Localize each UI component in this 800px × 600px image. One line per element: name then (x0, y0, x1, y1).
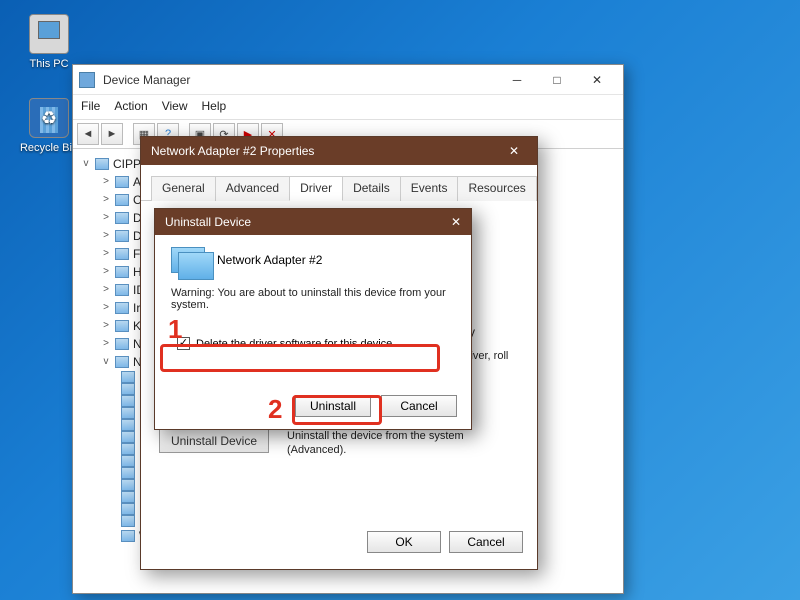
network-adapter-icon (121, 419, 135, 431)
device-header: Network Adapter #2 (171, 247, 455, 273)
network-adapter-icon (121, 515, 135, 527)
maximize-button[interactable]: □ (537, 66, 577, 94)
device-category-icon (115, 194, 129, 206)
device-category-icon (115, 338, 129, 350)
toolbar-back[interactable]: ◄ (77, 123, 99, 145)
tab-resources[interactable]: Resources (457, 176, 536, 201)
delete-driver-checkbox-row[interactable]: ✓ Delete the driver software for this de… (171, 333, 455, 354)
network-adapter-icon (121, 431, 135, 443)
device-category-icon (115, 284, 129, 296)
device-category-icon (115, 176, 129, 188)
toolbar-fwd[interactable]: ► (101, 123, 123, 145)
network-adapter-icon (121, 503, 135, 515)
uninstall-warning: Warning: You are about to uninstall this… (171, 287, 455, 311)
network-adapter-icon (121, 530, 135, 542)
pc-icon (29, 14, 69, 54)
device-category-icon (115, 302, 129, 314)
close-icon[interactable]: ✕ (451, 215, 461, 229)
ok-button[interactable]: OK (367, 531, 441, 553)
window-title: Device Manager (103, 73, 497, 87)
desktop-icon-this-pc[interactable]: This PC (14, 14, 84, 70)
properties-tabs: GeneralAdvancedDriverDetailsEventsResour… (141, 165, 537, 201)
device-category-icon (115, 266, 129, 278)
device-category-icon (115, 356, 129, 368)
menu-help[interactable]: Help (202, 99, 227, 113)
device-category-icon (115, 212, 129, 224)
titlebar[interactable]: Device Manager ─ □ ✕ (73, 65, 623, 95)
menu-action[interactable]: Action (114, 99, 147, 113)
minimize-button[interactable]: ─ (497, 66, 537, 94)
recycle-bin-icon (29, 98, 69, 138)
device-category-icon (115, 320, 129, 332)
tab-details[interactable]: Details (342, 176, 401, 201)
close-icon[interactable]: ✕ (501, 140, 527, 162)
properties-title: Network Adapter #2 Properties (151, 144, 501, 158)
network-adapter-icon (121, 455, 135, 467)
menu-view[interactable]: View (162, 99, 188, 113)
menu-file[interactable]: File (81, 99, 100, 113)
uninstall-device-button[interactable]: Uninstall Device (159, 429, 269, 453)
app-icon (79, 72, 95, 88)
menubar: File Action View Help (73, 95, 623, 120)
network-adapter-icon (121, 371, 135, 383)
properties-titlebar[interactable]: Network Adapter #2 Properties ✕ (141, 137, 537, 165)
uninstall-device-dialog: Uninstall Device ✕ Network Adapter #2 Wa… (154, 208, 472, 430)
device-category-icon (115, 248, 129, 260)
device-category-icon (115, 230, 129, 242)
tab-driver[interactable]: Driver (289, 176, 343, 201)
network-adapter-icon (121, 407, 135, 419)
close-button[interactable]: ✕ (577, 66, 617, 94)
uninstall-confirm-button[interactable]: Uninstall (295, 395, 371, 417)
uninstall-cancel-button[interactable]: Cancel (381, 395, 457, 417)
network-adapter-icon (171, 247, 205, 273)
network-adapter-icon (121, 395, 135, 407)
device-name: Network Adapter #2 (217, 253, 322, 267)
network-adapter-icon (121, 479, 135, 491)
tab-events[interactable]: Events (400, 176, 459, 201)
tab-general[interactable]: General (151, 176, 216, 201)
network-adapter-icon (121, 383, 135, 395)
network-adapter-icon (121, 491, 135, 503)
computer-icon (95, 158, 109, 170)
uninstall-titlebar[interactable]: Uninstall Device ✕ (155, 209, 471, 235)
cancel-button[interactable]: Cancel (449, 531, 523, 553)
checkbox-icon[interactable]: ✓ (177, 337, 190, 350)
network-adapter-icon (121, 467, 135, 479)
tab-advanced[interactable]: Advanced (215, 176, 290, 201)
uninstall-title: Uninstall Device (165, 215, 451, 229)
row-uninstall: Uninstall Device Uninstall the device fr… (159, 429, 519, 457)
checkbox-label: Delete the driver software for this devi… (196, 338, 395, 350)
network-adapter-icon (121, 443, 135, 455)
